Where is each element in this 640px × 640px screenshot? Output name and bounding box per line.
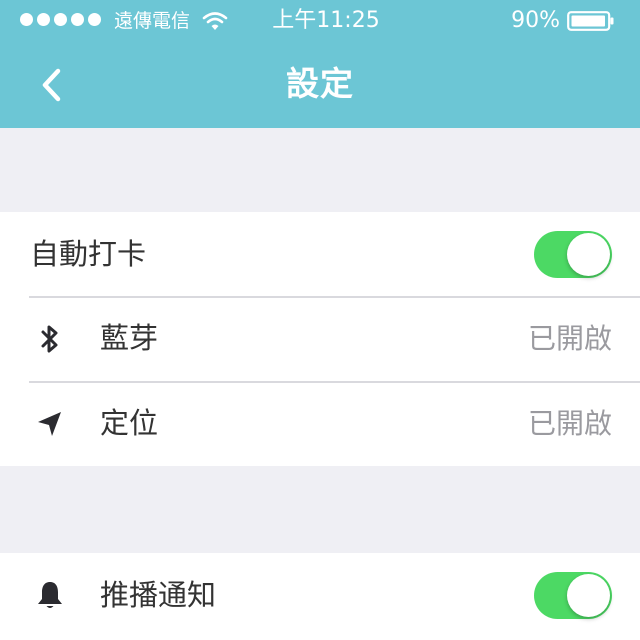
bluetooth-status: 已開啟 — [527, 322, 612, 355]
status-bar: 遠傳電信 上午11:25 90% — [0, 0, 640, 42]
battery-icon — [567, 11, 614, 31]
page-title: 設定 — [286, 64, 354, 103]
settings-group-tracking: 自動打卡 藍芽 已開啟 定位 已開啟 — [0, 212, 640, 466]
settings-screen: 遠傳電信 上午11:25 90% 設定 自動打卡 藍芽 已開啟 定位 已開啟 推… — [0, 0, 640, 640]
bluetooth-label: 藍芽 — [100, 321, 159, 355]
settings-row-bluetooth[interactable]: 藍芽 已開啟 — [0, 296, 640, 381]
navigation-bar: 設定 — [0, 42, 640, 128]
auto-punch-toggle[interactable] — [534, 231, 612, 278]
bluetooth-icon — [41, 325, 58, 353]
toggle-knob — [567, 574, 610, 617]
top-bar: 遠傳電信 上午11:25 90% 設定 — [0, 0, 640, 128]
bell-icon — [38, 582, 62, 608]
push-notification-toggle[interactable] — [534, 572, 612, 619]
toggle-knob — [567, 233, 610, 276]
settings-row-auto-punch: 自動打卡 — [0, 212, 640, 296]
settings-row-location[interactable]: 定位 已開啟 — [0, 381, 640, 466]
settings-group-notifications: 推播通知 — [0, 553, 640, 640]
location-status: 已開啟 — [527, 407, 612, 440]
battery-percentage: 90% — [511, 8, 560, 33]
push-notification-label: 推播通知 — [100, 578, 217, 612]
auto-punch-label: 自動打卡 — [30, 237, 147, 271]
location-label: 定位 — [100, 406, 159, 440]
location-arrow-icon — [38, 412, 61, 436]
settings-row-push-notification: 推播通知 — [0, 553, 640, 637]
